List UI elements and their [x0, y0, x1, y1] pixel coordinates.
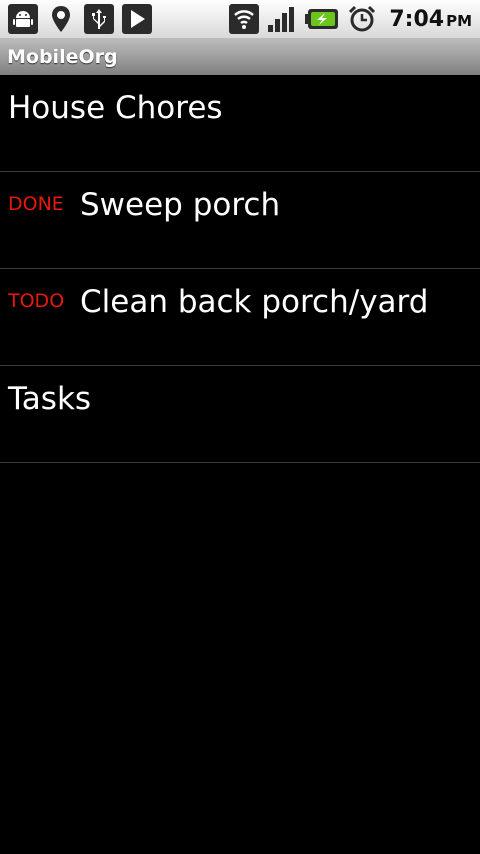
todo-keyword: TODO — [8, 290, 65, 312]
battery-charging-icon — [305, 4, 339, 34]
alarm-clock-icon — [347, 4, 377, 34]
outline-item-heading: Clean back porch/yard — [80, 284, 429, 320]
signal-icon — [267, 4, 297, 34]
clock-time: 7:04 — [389, 6, 445, 32]
outline-list: House Chores DONE Sweep porch TODO Clean… — [0, 75, 480, 463]
outline-item-sweep-porch[interactable]: DONE Sweep porch — [0, 172, 480, 269]
usb-icon — [84, 4, 114, 34]
clock-ampm: PM — [446, 11, 472, 30]
system-icons: 7:04 PM — [229, 0, 472, 38]
wifi-icon — [229, 4, 260, 34]
notification-icons — [8, 0, 152, 38]
clock: 7:04 PM — [389, 7, 472, 32]
location-pin-icon — [46, 4, 76, 34]
outline-item-house-chores[interactable]: House Chores — [0, 75, 480, 172]
app-title-bar: MobileOrg — [0, 38, 480, 75]
play-icon — [122, 4, 152, 34]
done-keyword: DONE — [8, 193, 64, 215]
outline-item-clean-back-porch[interactable]: TODO Clean back porch/yard — [0, 269, 480, 366]
status-bar: 7:04 PM — [0, 0, 480, 38]
app-title: MobileOrg — [7, 45, 118, 68]
outline-item-heading: Sweep porch — [80, 187, 281, 223]
outline-item-heading: House Chores — [8, 90, 223, 126]
android-debug-icon — [8, 4, 38, 34]
outline-item-tasks[interactable]: Tasks — [0, 366, 480, 463]
outline-item-heading: Tasks — [8, 381, 92, 417]
